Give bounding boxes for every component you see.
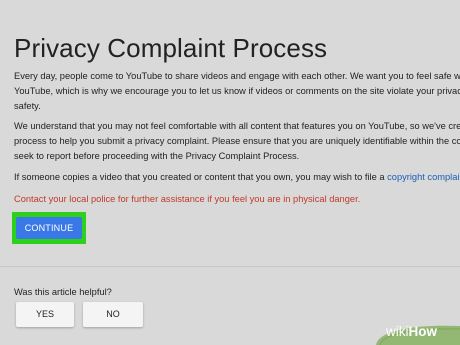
watermark-how: How	[408, 324, 438, 339]
wikihow-watermark: wikiHow	[386, 324, 437, 339]
intro-line: YouTube, which is why we encourage you t…	[14, 86, 460, 96]
intro-line: safety.	[14, 101, 41, 111]
copyright-paragraph: If someone copies a video that you creat…	[14, 170, 460, 185]
comfort-line: process to help you submit a privacy com…	[14, 136, 460, 146]
copyright-complaint-link[interactable]: copyright complaint	[387, 172, 460, 182]
comfort-line: seek to report before proceeding with th…	[14, 151, 300, 161]
police-warning-text: Contact your local police for further as…	[14, 194, 361, 204]
yes-button[interactable]: YES	[16, 302, 74, 327]
intro-line: Every day, people come to YouTube to sha…	[14, 71, 460, 81]
helpful-question: Was this article helpful?	[14, 287, 112, 297]
watermark-wiki: wiki	[386, 324, 409, 339]
comfort-line: We understand that you may not feel comf…	[14, 121, 460, 131]
intro-paragraph: Every day, people come to YouTube to sha…	[14, 69, 460, 114]
continue-button[interactable]: CONTINUE	[16, 217, 82, 239]
copyright-line: If someone copies a video that you creat…	[14, 170, 460, 185]
divider	[0, 266, 460, 267]
comfort-paragraph: We understand that you may not feel comf…	[14, 119, 460, 164]
no-button[interactable]: NO	[83, 302, 143, 327]
page-title: Privacy Complaint Process	[14, 33, 328, 63]
police-warning: Contact your local police for further as…	[14, 192, 460, 207]
copyright-text: If someone copies a video that you creat…	[14, 172, 388, 182]
